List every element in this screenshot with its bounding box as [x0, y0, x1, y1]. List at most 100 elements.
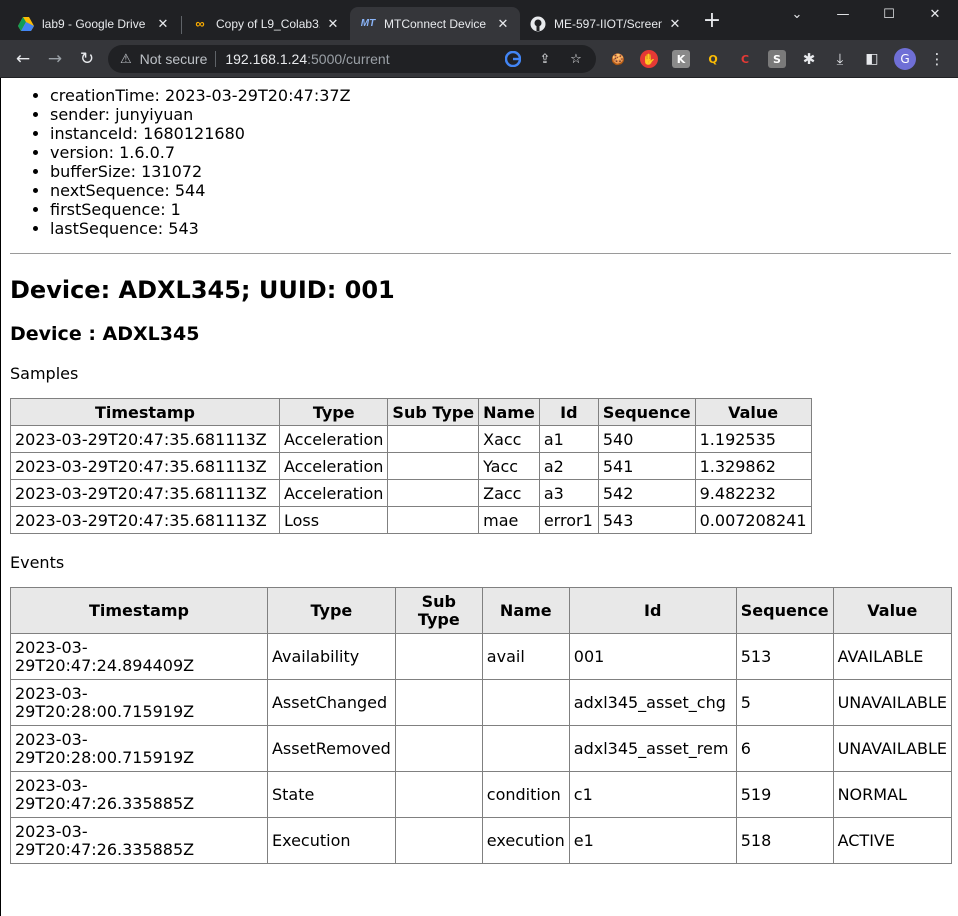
- column-header: Id: [568, 587, 737, 634]
- header-creation-time: creationTime: 2023-03-29T20:47:37Z: [50, 86, 951, 105]
- table-cell: 540: [597, 425, 696, 453]
- tab-title: MTConnect Device: [384, 16, 487, 31]
- tab-mtconnect[interactable]: MT MTConnect Device ✕: [350, 7, 520, 40]
- table-cell: 543: [597, 506, 696, 534]
- header-instance-id: instanceId: 1680121680: [50, 124, 951, 143]
- table-cell: [481, 725, 570, 772]
- table-cell: 541: [597, 452, 696, 480]
- close-tab-icon[interactable]: ✕: [496, 16, 510, 32]
- table-cell: 6: [735, 725, 834, 772]
- events-table: Timestamp Type Sub Type Name Id Sequence…: [10, 587, 953, 864]
- column-header: Id: [538, 398, 599, 426]
- table-row: 2023-03-29T20:47:35.681113Z Acceleration…: [10, 452, 812, 480]
- download-icon[interactable]: ⤓: [831, 50, 849, 68]
- table-cell: 2023-03-29T20:47:35.681113Z: [10, 425, 280, 453]
- maximize-icon[interactable]: ☐: [866, 0, 912, 28]
- table-cell: 1.329862: [694, 452, 812, 480]
- colab-icon: ∞: [195, 16, 205, 31]
- tab-title: ME-597-IIOT/Screen: [554, 16, 662, 31]
- table-cell: 2023-03-29T20:47:35.681113Z: [10, 479, 280, 507]
- table-cell: 9.482232: [694, 479, 812, 507]
- profile-avatar[interactable]: G: [894, 48, 916, 70]
- table-cell: 2023-03-29T20:47:24.894409Z: [10, 633, 268, 680]
- header-sender: sender: junyiyuan: [50, 105, 951, 124]
- table-cell: e1: [568, 817, 737, 864]
- minimize-icon[interactable]: —: [820, 0, 866, 28]
- table-cell: 2023-03-29T20:47:35.681113Z: [10, 452, 280, 480]
- table-cell: adxl345_asset_rem: [568, 725, 737, 772]
- table-row: 2023-03-29T20:28:00.715919Z AssetRemoved…: [10, 725, 953, 772]
- table-cell: Acceleration: [278, 425, 389, 453]
- extensions-puzzle-icon[interactable]: ✱: [800, 50, 818, 68]
- table-cell: [394, 725, 483, 772]
- column-header: Sequence: [735, 587, 834, 634]
- table-cell: 0.007208241: [694, 506, 812, 534]
- table-cell: 518: [735, 817, 834, 864]
- table-cell: a1: [538, 425, 599, 453]
- tab-search-icon[interactable]: ⌄: [774, 0, 820, 28]
- table-cell: condition: [481, 771, 570, 818]
- table-cell: 513: [735, 633, 834, 680]
- new-tab-button[interactable]: +: [700, 10, 724, 34]
- k-extension-icon[interactable]: K: [672, 50, 690, 68]
- table-row: 2023-03-29T20:47:35.681113Z Acceleration…: [10, 425, 812, 453]
- tab-title: Copy of L9_Colab3.i: [216, 16, 320, 31]
- table-cell: Xacc: [478, 425, 540, 453]
- c-extension-icon[interactable]: C: [736, 50, 754, 68]
- divider: [215, 51, 217, 67]
- header-last-sequence: lastSequence: 543: [50, 219, 951, 238]
- table-cell: ACTIVE: [832, 817, 953, 864]
- url-path: :5000/current: [307, 51, 390, 67]
- table-cell: UNAVAILABLE: [832, 679, 953, 726]
- forward-icon[interactable]: →: [42, 46, 68, 72]
- close-tab-icon[interactable]: ✕: [326, 16, 340, 32]
- back-icon[interactable]: ←: [10, 46, 36, 72]
- tab-title: lab9 - Google Drive: [42, 16, 146, 31]
- events-header-row: Timestamp Type Sub Type Name Id Sequence…: [10, 587, 953, 634]
- reload-icon[interactable]: ↻: [74, 46, 100, 72]
- s-extension-icon[interactable]: S: [768, 50, 786, 68]
- table-row: 2023-03-29T20:47:26.335885Z Execution ex…: [10, 817, 953, 864]
- tab-colab[interactable]: ∞ Copy of L9_Colab3.i ✕: [182, 7, 350, 40]
- table-cell: mae: [478, 506, 540, 534]
- table-cell: [481, 679, 570, 726]
- close-tab-icon[interactable]: ✕: [668, 16, 682, 32]
- table-cell: [394, 633, 483, 680]
- table-cell: error1: [538, 506, 599, 534]
- page-viewport: creationTime: 2023-03-29T20:47:37Z sende…: [0, 78, 958, 916]
- close-window-icon[interactable]: ✕: [912, 0, 958, 28]
- table-cell: 2023-03-29T20:28:00.715919Z: [10, 725, 268, 772]
- security-label[interactable]: Not secure: [140, 51, 208, 67]
- menu-kebab-icon[interactable]: ⋮: [928, 50, 946, 68]
- google-lens-icon[interactable]: [504, 50, 522, 68]
- column-header: Sub Type: [387, 398, 480, 426]
- tab-github[interactable]: ME-597-IIOT/Screen ✕: [520, 7, 692, 40]
- samples-label: Samples: [10, 364, 79, 383]
- column-header: Value: [832, 587, 953, 634]
- table-cell: UNAVAILABLE: [832, 725, 953, 772]
- table-cell: 2023-03-29T20:47:35.681113Z: [10, 506, 280, 534]
- side-panel-icon[interactable]: ◧: [863, 50, 881, 68]
- column-header: Timestamp: [10, 587, 268, 634]
- share-icon[interactable]: ⇪: [536, 50, 554, 68]
- header-next-sequence: nextSequence: 544: [50, 181, 951, 200]
- warning-icon[interactable]: ⚠: [120, 51, 132, 67]
- address-bar[interactable]: ⚠ Not secure 192.168.1.24 :5000/current: [108, 45, 596, 73]
- table-cell: Acceleration: [278, 452, 389, 480]
- table-cell: 2023-03-29T20:47:26.335885Z: [10, 817, 268, 864]
- table-cell: State: [266, 771, 396, 818]
- table-cell: Loss: [278, 506, 389, 534]
- cookie-extension-icon[interactable]: 🍪: [609, 50, 627, 68]
- table-cell: NORMAL: [832, 771, 953, 818]
- adblock-extension-icon[interactable]: ✋: [640, 50, 658, 68]
- q-extension-icon[interactable]: Q: [704, 50, 722, 68]
- mtconnect-icon: MT: [360, 18, 376, 29]
- bookmark-star-icon[interactable]: ☆: [567, 50, 585, 68]
- table-row: 2023-03-29T20:47:24.894409Z Availability…: [10, 633, 953, 680]
- header-first-sequence: firstSequence: 1: [50, 200, 951, 219]
- table-cell: 5: [735, 679, 834, 726]
- tab-google-drive[interactable]: lab9 - Google Drive ✕: [8, 7, 180, 40]
- table-cell: AssetRemoved: [266, 725, 396, 772]
- column-header: Timestamp: [10, 398, 280, 426]
- close-tab-icon[interactable]: ✕: [156, 16, 170, 32]
